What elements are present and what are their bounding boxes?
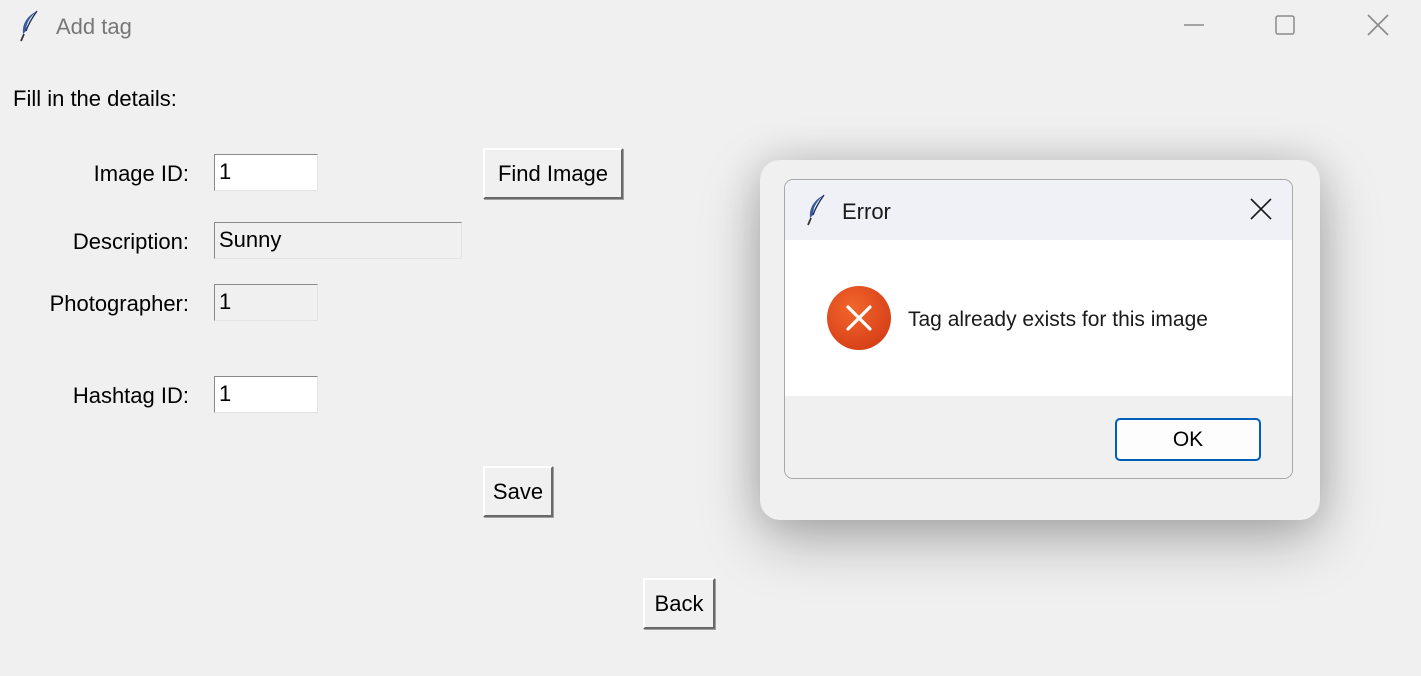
find-image-button[interactable]: Find Image: [483, 148, 623, 199]
instruction-text: Fill in the details:: [13, 86, 177, 111]
close-icon: [1367, 14, 1389, 36]
description-label: Description:: [72, 229, 189, 254]
minimize-icon: [1184, 24, 1204, 26]
minimize-button[interactable]: [1148, 0, 1240, 50]
dialog-footer: OK: [785, 396, 1292, 478]
close-button[interactable]: [1332, 0, 1421, 50]
error-dialog: Error Tag already exists for this image …: [784, 179, 1293, 479]
dialog-message: Tag already exists for this image: [908, 308, 1208, 331]
hashtag-id-label: Hashtag ID:: [72, 383, 189, 408]
photographer-field: 1: [214, 284, 318, 321]
dialog-titlebar: Error: [785, 180, 1292, 240]
close-icon: [1250, 198, 1272, 220]
window-title: Add tag: [56, 14, 132, 39]
error-icon: [827, 286, 891, 350]
dialog-title: Error: [842, 199, 891, 224]
feather-icon: [805, 194, 827, 226]
save-button[interactable]: Save: [483, 466, 553, 517]
dialog-close-button[interactable]: [1230, 180, 1292, 238]
back-button[interactable]: Back: [643, 578, 715, 629]
photographer-label: Photographer:: [49, 291, 189, 316]
hashtag-id-input[interactable]: 1: [214, 376, 318, 413]
description-field: Sunny: [214, 222, 462, 259]
feather-icon: [18, 10, 40, 42]
dialog-body: Tag already exists for this image: [785, 240, 1292, 396]
maximize-button[interactable]: [1239, 0, 1331, 50]
image-id-input[interactable]: 1: [214, 154, 318, 191]
ok-button[interactable]: OK: [1115, 418, 1261, 461]
maximize-icon: [1275, 15, 1295, 35]
image-id-label: Image ID:: [93, 161, 189, 186]
window-titlebar: Add tag: [0, 0, 1421, 54]
